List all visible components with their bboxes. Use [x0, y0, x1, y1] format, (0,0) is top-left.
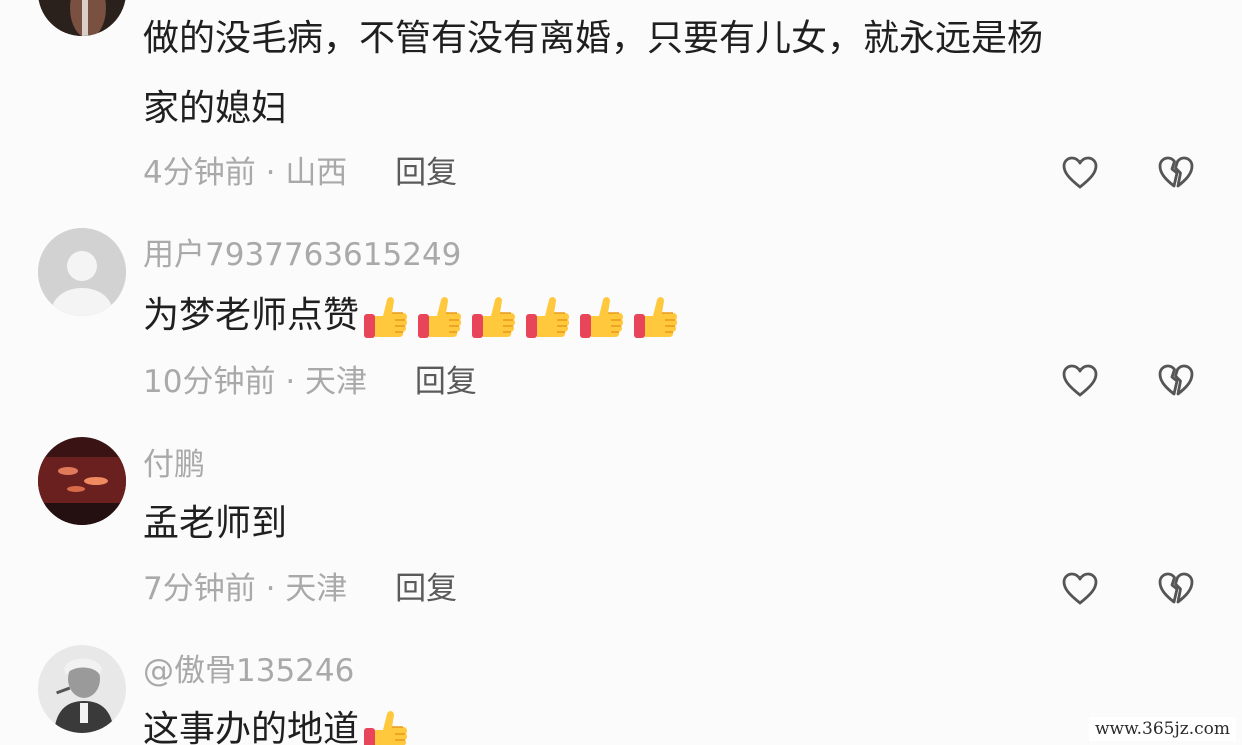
comment-item: 做的没毛病，不管有没有离婚，只要有儿女，就永远是杨 家的媳妇 4分钟前 · 山西… [0, 0, 1242, 215]
comment-text: 这事办的地道 [143, 697, 415, 745]
like-button[interactable] [1060, 569, 1100, 609]
thumbs-up-emoji [526, 297, 570, 338]
broken-heart-icon [1158, 156, 1194, 188]
like-button[interactable] [1060, 361, 1100, 401]
reply-button[interactable]: 回复 [395, 155, 457, 191]
dislike-button[interactable] [1156, 153, 1196, 193]
avatar[interactable] [38, 228, 126, 316]
avatar[interactable] [38, 645, 126, 733]
timestamp: 4分钟前 [143, 155, 256, 191]
comment-item: @傲骨135246 这事办的地道 [0, 635, 1242, 745]
username[interactable]: @傲骨135246 [143, 651, 354, 691]
comment-meta: 10分钟前 · 天津 回复 [143, 362, 477, 402]
reply-button[interactable]: 回复 [395, 571, 457, 607]
timestamp: 7分钟前 [143, 571, 256, 607]
reply-button[interactable]: 回复 [415, 364, 477, 400]
heart-outline-icon [1062, 364, 1098, 397]
dislike-button[interactable] [1156, 569, 1196, 609]
location: 天津 [305, 364, 368, 400]
broken-heart-icon [1158, 364, 1194, 396]
separator: · [265, 155, 276, 191]
comment-text: 家的媳妇 [143, 88, 288, 129]
thumbs-up-emoji [364, 711, 408, 745]
emoji-row [361, 706, 415, 745]
separator: · [285, 364, 296, 400]
avatar[interactable] [38, 0, 126, 36]
thumbs-up-emoji [364, 297, 408, 338]
timestamp: 10分钟前 [143, 364, 276, 400]
dislike-button[interactable] [1156, 361, 1196, 401]
comment-meta: 7分钟前 · 天津 回复 [143, 569, 457, 609]
comment-item: 用户7937763615249 为梦老师点赞 10分钟前 · 天津 回复 [0, 215, 1242, 425]
location: 天津 [285, 571, 348, 607]
comment-item: 付鹏 孟老师到 7分钟前 · 天津 回复 [0, 425, 1242, 635]
comment-text: 孟老师到 [143, 503, 288, 544]
comment-meta: 4分钟前 · 山西 回复 [143, 153, 457, 193]
comment-list: 做的没毛病，不管有没有离婚，只要有儿女，就永远是杨 家的媳妇 4分钟前 · 山西… [0, 0, 1242, 745]
avatar[interactable] [38, 437, 126, 525]
heart-outline-icon [1062, 572, 1098, 605]
comment-text: 做的没毛病，不管有没有离婚，只要有儿女，就永远是杨 [143, 18, 1044, 59]
heart-outline-icon [1062, 156, 1098, 189]
watermark: www.365jz.com [1089, 717, 1236, 741]
username[interactable]: 付鹏 [143, 445, 205, 485]
username[interactable]: 用户7937763615249 [143, 235, 461, 275]
emoji-row [361, 292, 685, 342]
broken-heart-icon [1158, 572, 1194, 604]
location: 山西 [285, 155, 348, 191]
thumbs-up-emoji [472, 297, 516, 338]
like-button[interactable] [1060, 153, 1100, 193]
separator: · [265, 571, 276, 607]
thumbs-up-emoji [580, 297, 624, 338]
thumbs-up-emoji [634, 297, 678, 338]
comment-text: 为梦老师点赞 [143, 283, 685, 349]
thumbs-up-emoji [418, 297, 462, 338]
